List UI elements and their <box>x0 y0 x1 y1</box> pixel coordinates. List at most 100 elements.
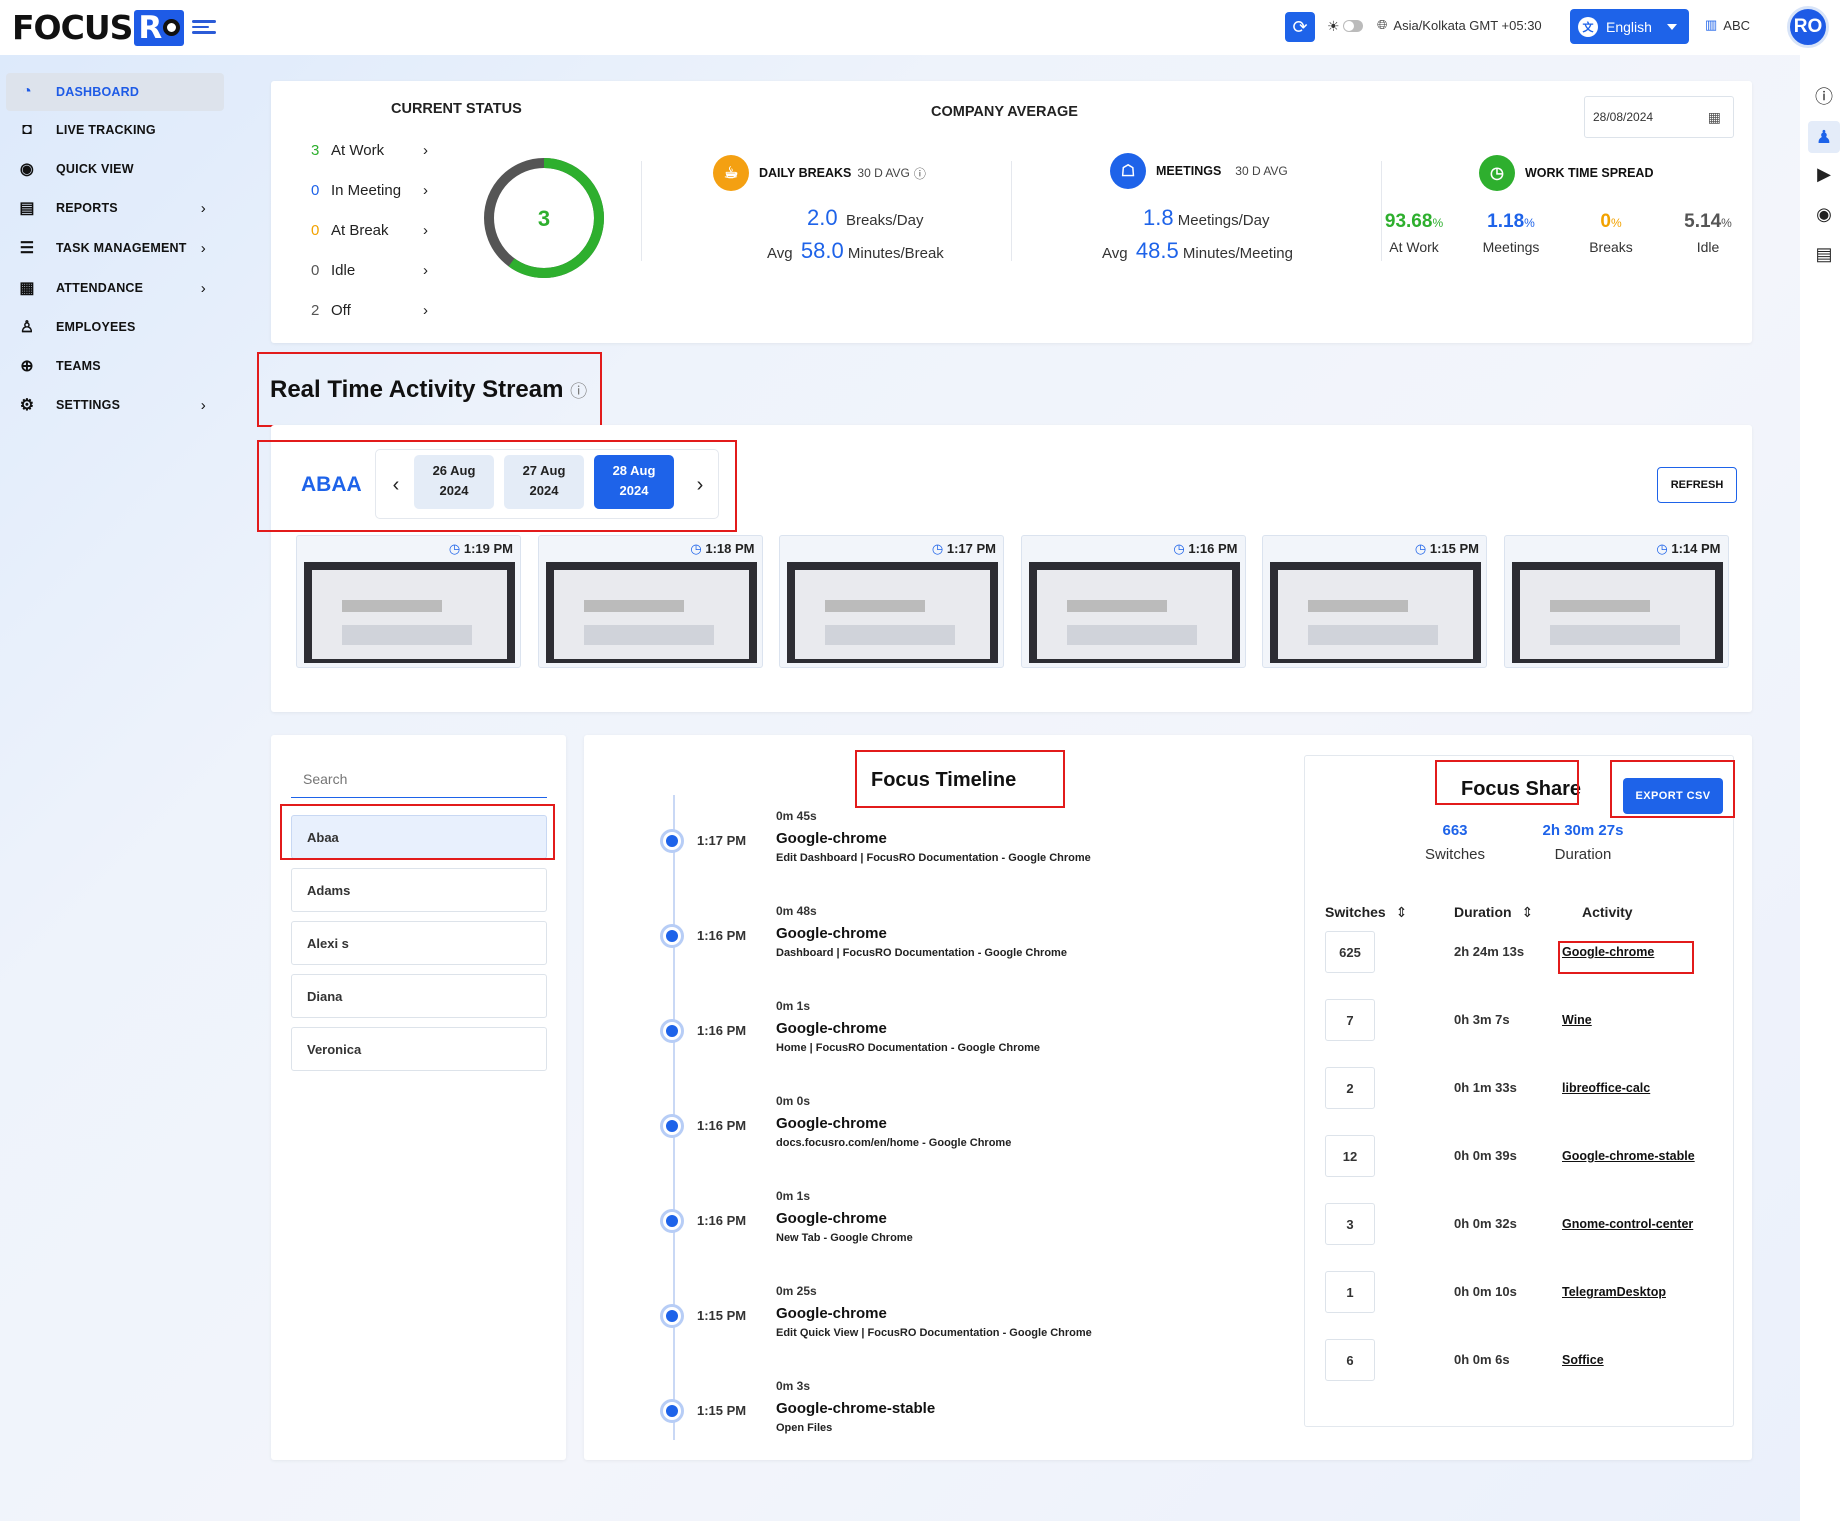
work-time-spread-header: ◷ WORK TIME SPREAD <box>1479 155 1653 191</box>
sidebar-icon: ☰ <box>19 240 35 257</box>
date-picker[interactable]: 28/08/2024 ▦ <box>1584 96 1734 138</box>
sidebar-item-label: TASK MANAGEMENT <box>56 241 187 255</box>
timeline-time: 1:16 PM <box>697 1118 747 1133</box>
sidebar-item-quick-view[interactable]: ◉ QUICK VIEW <box>6 150 224 188</box>
focus-share-row: 3 0h 0m 32s Gnome-control-center <box>1325 1203 1693 1245</box>
meeting-icon: ☖ <box>1110 153 1146 189</box>
timeline-time: 1:16 PM <box>697 1213 747 1228</box>
sidebar-item-task-management[interactable]: ☰ TASK MANAGEMENT › <box>6 229 224 267</box>
user-avatar[interactable]: RO <box>1787 6 1829 48</box>
sidebar-item-teams[interactable]: ⊕ TEAMS <box>6 347 224 385</box>
activity-link[interactable]: Gnome-control-center <box>1562 1217 1693 1231</box>
activity-duration: 0h 0m 32s <box>1454 1216 1517 1231</box>
minutes-per-break: Avg 58.0 Minutes/Break <box>767 238 944 263</box>
timeline-window-title: Open Files <box>776 1422 833 1434</box>
employee-item[interactable]: Diana <box>291 974 547 1018</box>
sidebar-icon: ⊕ <box>20 358 34 375</box>
logo-text: FOCUS <box>12 8 133 47</box>
menu-toggle-icon[interactable] <box>192 17 216 37</box>
highlight-box <box>1610 760 1735 818</box>
timeline-window-title: Edit Quick View | FocusRO Documentation … <box>776 1327 1092 1339</box>
activity-link[interactable]: Wine <box>1562 1013 1592 1027</box>
focus-panel: Focus Timeline 1:17 PM 0m 45s Google-chrom… <box>584 735 1752 1460</box>
timeline-entry: 1:15 PM 0m 25s Google-chrome Edit Quick Vie… <box>660 1282 1220 1372</box>
activity-link[interactable]: libreoffice-calc <box>1562 1081 1650 1095</box>
chevron-right-icon: › <box>423 302 428 319</box>
chevron-right-icon: › <box>200 199 206 217</box>
document-icon[interactable]: ▤ <box>1811 241 1837 267</box>
timeline-window-title: Home | FocusRO Documentation - Google Ch… <box>776 1042 1041 1054</box>
sort-icon: ⇕ <box>1521 904 1534 920</box>
sidebar-item-label: QUICK VIEW <box>56 162 134 176</box>
screenshot-time: ◷ 1:18 PM <box>690 541 755 556</box>
timeline-time: 1:16 PM <box>697 1023 747 1038</box>
status-row-at-work[interactable]: 3 At Work › <box>311 142 431 159</box>
timeline-time: 1:16 PM <box>697 928 747 943</box>
status-row-idle[interactable]: 0 Idle › <box>311 262 431 279</box>
sun-icon: ☀ <box>1327 17 1340 34</box>
status-row-in-meeting[interactable]: 0 In Meeting › <box>311 182 431 199</box>
building-icon: ▥ <box>1705 17 1718 32</box>
theme-toggle[interactable]: ☀ <box>1327 16 1363 36</box>
screenshot-thumbnail[interactable]: ◷ 1:14 PM <box>1503 535 1729 668</box>
screenshot-thumbnail[interactable]: ◷ 1:15 PM <box>1262 535 1487 668</box>
chevron-right-icon: › <box>423 182 428 199</box>
daily-breaks-header: ☕︎ DAILY BREAKS 30 D AVG ⓘ <box>713 155 926 191</box>
employee-search-input[interactable] <box>291 760 547 798</box>
focusro-logo[interactable]: FOCUS R <box>12 8 185 47</box>
employee-item[interactable]: Veronica <box>291 1027 547 1071</box>
language-dropdown[interactable]: 文 English <box>1570 9 1689 44</box>
activity-duration: 0h 3m 7s <box>1454 1012 1510 1027</box>
clock-icon: ◷ <box>1479 155 1515 191</box>
timeline-duration: 0m 1s <box>776 1189 811 1203</box>
screenshot-image <box>545 562 757 663</box>
minutes-per-meeting: Avg 48.5 Minutes/Meeting <box>1102 238 1293 263</box>
timeline-window-title: New Tab - Google Chrome <box>776 1232 913 1244</box>
screenshot-thumbnail[interactable]: ◷ 1:17 PM <box>779 535 1004 668</box>
clock-icon: ◷ <box>690 541 706 556</box>
highlight-box <box>1435 760 1579 805</box>
chevron-right-icon: › <box>423 262 428 279</box>
focus-share-row: 1 0h 0m 10s TelegramDesktop <box>1325 1271 1666 1313</box>
screenshot-time: ◷ 1:19 PM <box>448 541 513 556</box>
sidebar-item-attendance[interactable]: ▦ ATTENDANCE › <box>6 269 224 307</box>
column-activity: Activity <box>1582 904 1633 920</box>
sidebar-item-live-tracking[interactable]: ◘ LIVE TRACKING <box>6 111 224 149</box>
employee-item[interactable]: Alexi s <box>291 921 547 965</box>
sidebar-item-label: DASHBOARD <box>56 85 140 99</box>
sidebar-item-reports[interactable]: ▤ REPORTS › <box>6 189 224 227</box>
screenshot-thumbnail[interactable]: ◷ 1:18 PM <box>537 535 763 668</box>
timeline-duration: 0m 25s <box>776 1284 817 1298</box>
sidebar-item-dashboard[interactable]: ◔ DASHBOARD <box>6 73 224 111</box>
sidebar-item-employees[interactable]: ♙ EMPLOYEES <box>6 308 224 346</box>
sidebar-item-settings[interactable]: ⚙ SETTINGS › <box>6 386 224 424</box>
screenshot-thumbnail[interactable]: ◷ 1:19 PM <box>296 535 521 668</box>
timeline-dot <box>660 1019 684 1043</box>
screenshot-thumbnail[interactable]: ◷ 1:16 PM <box>1020 535 1246 668</box>
timeline-app: Google-chrome <box>776 925 887 942</box>
column-switches[interactable]: Switches ⇕ <box>1325 904 1407 921</box>
column-duration[interactable]: Duration ⇕ <box>1454 904 1533 921</box>
organization-selector[interactable]: ▥ ABC <box>1705 17 1750 33</box>
users-icon[interactable]: ♟ <box>1808 121 1840 153</box>
employee-item[interactable]: Adams <box>291 868 547 912</box>
meetings-header: ☖ MEETINGS 30 D AVG <box>1110 153 1288 189</box>
switch-count: 1 <box>1325 1271 1375 1313</box>
summary-card: CURRENT STATUS 3 At Work › 0 In Meeting › 0 At … <box>271 81 1752 343</box>
eye-icon[interactable]: ◉ <box>1811 201 1837 227</box>
video-icon[interactable]: ▶ <box>1811 161 1837 187</box>
status-row-at-break[interactable]: 0 At Break › <box>311 222 431 239</box>
switch-count: 3 <box>1325 1203 1375 1245</box>
sync-refresh-button[interactable]: ⟳ <box>1285 12 1315 42</box>
activity-link[interactable]: Google-chrome-stable <box>1562 1149 1695 1163</box>
clock-icon: ◷ <box>1414 541 1430 556</box>
status-row-off[interactable]: 2 Off › <box>311 302 431 319</box>
timezone-selector[interactable]: 🌐︎ Asia/Kolkata GMT +05:30 <box>1377 17 1542 33</box>
spread-at-work: 93.68% At Work <box>1384 211 1444 255</box>
activity-link[interactable]: TelegramDesktop <box>1562 1285 1666 1299</box>
stream-refresh-button[interactable]: REFRESH <box>1657 467 1737 503</box>
highlight-box <box>257 440 737 532</box>
help-icon[interactable]: ⓘ <box>1811 83 1837 109</box>
highlight-box <box>855 750 1065 808</box>
activity-link[interactable]: Soffice <box>1562 1353 1604 1367</box>
